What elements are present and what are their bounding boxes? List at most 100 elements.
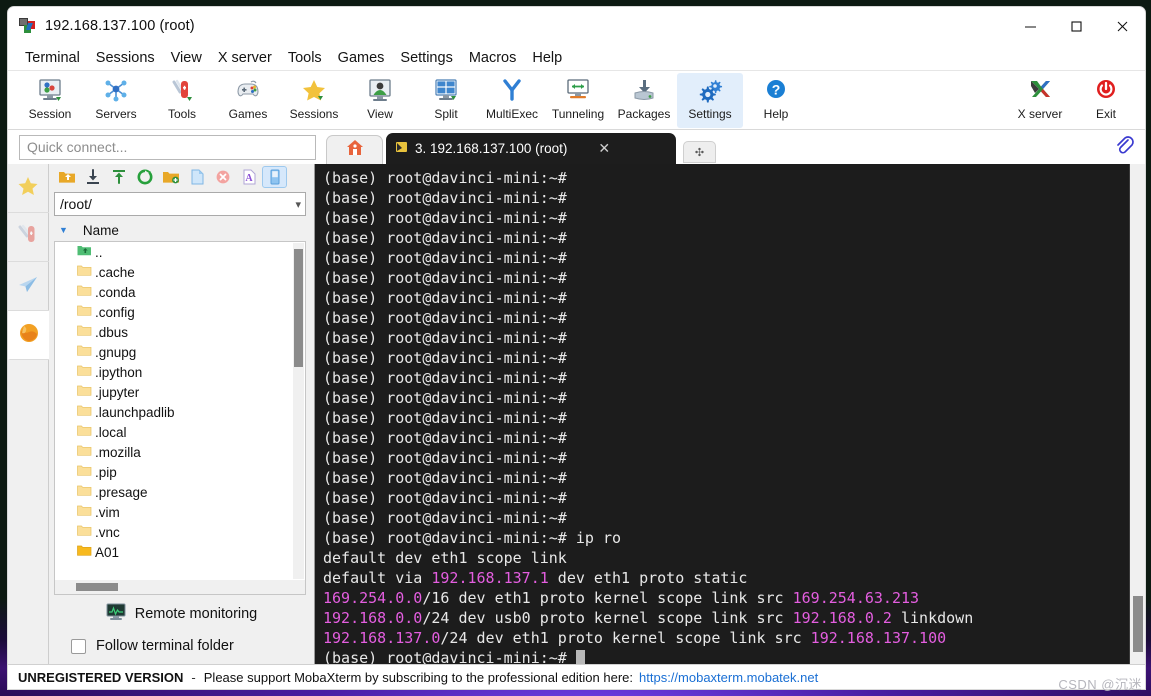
terminal-line: (base) root@davinci-mini:~# (323, 328, 1129, 348)
terminal-text: (base) root@davinci-mini:~# (323, 289, 567, 307)
menu-settings[interactable]: Settings (392, 48, 460, 68)
scrollbar-thumb[interactable] (1133, 596, 1143, 652)
toolbar-tunneling-button[interactable]: Tunneling (545, 73, 611, 128)
toolbar-multiexec-label: MultiExec (485, 107, 538, 121)
sort-arrow-icon[interactable]: ▼ (59, 225, 68, 235)
terminal-ip-address: 169.254.0.0 (323, 589, 423, 607)
list-item[interactable]: .. (55, 242, 305, 262)
list-item[interactable]: .vnc (55, 522, 305, 542)
list-item[interactable]: .dbus (55, 322, 305, 342)
toolbar-x-server-button[interactable]: X server (1007, 73, 1073, 128)
toolbar-view-button[interactable]: View (347, 73, 413, 128)
list-item[interactable]: .vim (55, 502, 305, 522)
terminal-ip-address: 192.168.0.0 (323, 609, 423, 627)
paperclip-icon[interactable] (1113, 135, 1135, 162)
terminal-ip-address: 192.168.137.1 (431, 569, 549, 587)
toolbar-sessions-button[interactable]: Sessions (281, 73, 347, 128)
exit-power-icon (1092, 76, 1120, 106)
list-item[interactable]: .local (55, 422, 305, 442)
new-tab-button[interactable]: ✣ (683, 141, 716, 163)
list-item[interactable]: .pip (55, 462, 305, 482)
chevron-down-icon[interactable]: ▾ (295, 198, 301, 211)
download-icon[interactable] (80, 166, 105, 188)
toolbar-servers-button[interactable]: Servers (83, 73, 149, 128)
terminal-text: /24 dev usb0 proto kernel scope link src (422, 609, 793, 627)
file-list-horizontal-scrollbar[interactable] (54, 580, 306, 595)
home-tab[interactable] (326, 135, 383, 164)
toolbar-games-button[interactable]: Games (215, 73, 281, 128)
list-item[interactable]: .cache (55, 262, 305, 282)
toolbar-tools-button[interactable]: Tools (149, 73, 215, 128)
menu-x-server[interactable]: X server (210, 48, 280, 68)
upload-icon[interactable] (106, 166, 131, 188)
terminal-scrollbar[interactable] (1129, 164, 1145, 664)
folder-icon (77, 544, 92, 560)
rail-globe-button[interactable] (8, 311, 49, 360)
file-list[interactable]: .. .cache .conda .config .dbus .gnupg .i… (54, 241, 306, 580)
session-tab[interactable]: 3. 192.168.137.100 (root) ✕ (386, 133, 676, 164)
window-controls (1007, 7, 1145, 45)
terminal-text: default via (323, 569, 432, 587)
rail-bookmarks-button[interactable] (8, 164, 49, 213)
toolbar-split-button[interactable]: Split (413, 73, 479, 128)
list-item[interactable]: .config (55, 302, 305, 322)
parent-folder-icon[interactable] (54, 166, 79, 188)
toolbar-packages-button[interactable]: Packages (611, 73, 677, 128)
rail-sftp-button[interactable] (8, 262, 49, 311)
toolbar-settings-button[interactable]: Settings (677, 73, 743, 128)
menu-sessions[interactable]: Sessions (88, 48, 163, 68)
menu-view[interactable]: View (163, 48, 210, 68)
follow-terminal-folder-checkbox[interactable] (71, 638, 86, 654)
rail-tools-button[interactable] (8, 213, 49, 262)
list-item[interactable]: .presage (55, 482, 305, 502)
toolbar-exit-button[interactable]: Exit (1073, 73, 1139, 128)
new-folder-icon[interactable] (158, 166, 183, 188)
list-item[interactable]: A01 (55, 542, 305, 562)
list-item[interactable]: .mozilla (55, 442, 305, 462)
delete-icon[interactable] (210, 166, 235, 188)
status-bar: UNREGISTERED VERSION - Please support Mo… (8, 664, 1145, 689)
toggle-panel-icon[interactable] (262, 166, 287, 188)
folder-icon (77, 524, 92, 540)
remote-monitoring-button[interactable]: Remote monitoring (49, 603, 314, 625)
help-icon: ? (762, 76, 790, 106)
toolbar-help-button[interactable]: ? Help (743, 73, 809, 128)
file-list-vertical-scrollbar[interactable] (293, 243, 304, 579)
menu-terminal[interactable]: Terminal (17, 48, 88, 68)
minimize-button[interactable] (1007, 7, 1053, 45)
terminal-text: (base) root@davinci-mini:~# (323, 409, 567, 427)
session-tab-close-icon[interactable]: ✕ (593, 140, 615, 157)
sftp-path-bar[interactable]: /root/ ▾ (54, 192, 306, 216)
terminal-line: (base) root@davinci-mini:~# (323, 268, 1129, 288)
quick-connect-input[interactable]: Quick connect... (19, 134, 316, 160)
text-mode-icon[interactable]: A (236, 166, 261, 188)
sessions-star-icon (300, 76, 328, 106)
new-file-icon[interactable] (184, 166, 209, 188)
mobaxterm-link[interactable]: https://mobaxterm.mobatek.net (639, 670, 818, 685)
list-item[interactable]: .launchpadlib (55, 402, 305, 422)
close-button[interactable] (1099, 7, 1145, 45)
svg-text:?: ? (772, 82, 781, 98)
terminal-output[interactable]: (base) root@davinci-mini:~# (base) root@d… (315, 164, 1129, 664)
menu-help[interactable]: Help (524, 48, 570, 68)
list-item[interactable]: .gnupg (55, 342, 305, 362)
terminal-line: (base) root@davinci-mini:~# (323, 188, 1129, 208)
folder-icon (77, 304, 92, 320)
menu-games[interactable]: Games (330, 48, 393, 68)
file-name: .jupyter (95, 384, 140, 400)
scrollbar-thumb[interactable] (76, 583, 118, 591)
list-item[interactable]: .jupyter (55, 382, 305, 402)
toolbar-multiexec-button[interactable]: MultiExec (479, 73, 545, 128)
file-column-name[interactable]: Name (83, 223, 119, 238)
list-item[interactable]: .ipython (55, 362, 305, 382)
toolbar-session-button[interactable]: Session (17, 73, 83, 128)
list-item[interactable]: .conda (55, 282, 305, 302)
scrollbar-thumb[interactable] (294, 249, 303, 367)
menu-macros[interactable]: Macros (461, 48, 525, 68)
maximize-button[interactable] (1053, 7, 1099, 45)
menu-tools[interactable]: Tools (280, 48, 330, 68)
sftp-panel: A /root/ ▾ ▼ Name .. .cache .conda .conf… (49, 164, 315, 664)
terminal-line: default via 192.168.137.1 dev eth1 proto… (323, 568, 1129, 588)
follow-terminal-folder-row[interactable]: Follow terminal folder (49, 638, 314, 654)
refresh-icon[interactable] (132, 166, 157, 188)
